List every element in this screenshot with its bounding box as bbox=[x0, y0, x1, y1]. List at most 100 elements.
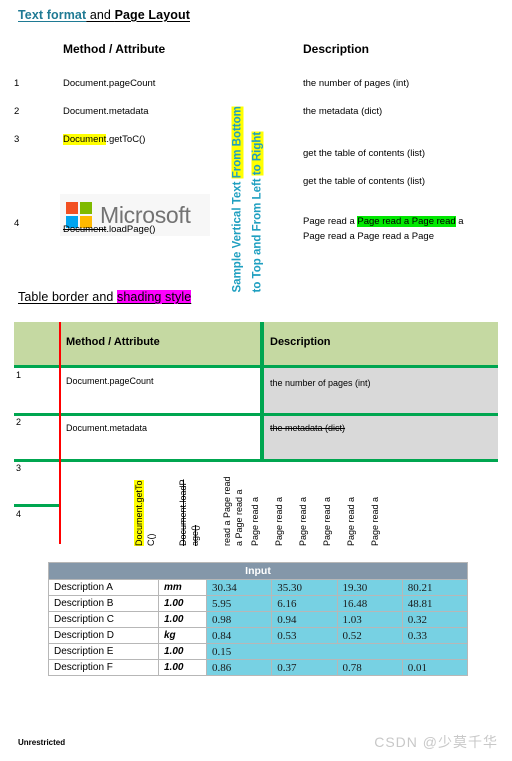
table-row-method: Document.metadata bbox=[66, 423, 148, 433]
row-description-cell: Description A bbox=[48, 579, 159, 596]
section-text-format-list: Method / Attribute Description 1 Documen… bbox=[0, 36, 512, 292]
vertical-table-column: age() bbox=[190, 524, 200, 546]
row-value-cell: 0.52 bbox=[336, 627, 403, 644]
row-value-cell: 0.37 bbox=[271, 659, 338, 676]
row-value-cell: 80.21 bbox=[401, 579, 469, 596]
table-row-number: 4 bbox=[16, 509, 22, 519]
desc-line2: Page read a Page read a Page bbox=[303, 231, 434, 242]
watermark-text: CSDN @少莫千华 bbox=[374, 734, 498, 750]
list-row-description: the metadata (dict) bbox=[303, 106, 383, 117]
list-row-method: Document.getToC() bbox=[63, 134, 223, 145]
table-row-number: 1 bbox=[16, 370, 22, 380]
vertical-column-line: Page read a bbox=[322, 496, 332, 546]
vertical-text-line-2: to Top and From Left to Right bbox=[251, 131, 265, 292]
footer-classification-label: Unrestricted bbox=[18, 738, 66, 747]
table-vertical-text-block: Document.getTo C() Document.loadP age() read… bbox=[134, 462, 396, 547]
row-value-cell: 0.98 bbox=[205, 611, 273, 628]
list-header-description: Description bbox=[303, 42, 370, 56]
list-row-method: Document.pageCount bbox=[63, 78, 156, 89]
vertical-column-line: read a Page read bbox=[222, 476, 232, 546]
row-unit-cell: 1.00 bbox=[158, 611, 207, 628]
vertical-column-line: Page read a bbox=[298, 496, 308, 546]
table-row: Description C 1.00 0.98 0.94 1.03 0.32 bbox=[48, 611, 469, 628]
row-value-cell: 0.78 bbox=[336, 659, 403, 676]
vertical-table-column: Page read a bbox=[322, 496, 332, 546]
row-value-cell: 35.30 bbox=[271, 579, 338, 596]
table-row: Description F 1.00 0.86 0.37 0.78 0.01 bbox=[48, 659, 469, 676]
table-border-vertical-green bbox=[260, 322, 264, 460]
input-table-body: Input Description Amm 30.34 35.30 19.30 80.2… bbox=[48, 562, 469, 676]
row-unit-cell: mm bbox=[158, 579, 207, 596]
table-row: Description Dkg 0.84 0.53 0.52 0.33 bbox=[48, 627, 469, 644]
vertical-column-line: age() bbox=[190, 524, 200, 546]
table-row-number: 2 bbox=[16, 417, 22, 427]
row-unit-cell: 1.00 bbox=[158, 643, 207, 660]
list-row-description: get the table of contents (list) bbox=[303, 176, 425, 187]
row-value-cell: 19.30 bbox=[336, 579, 403, 596]
table-border-vertical-red bbox=[59, 322, 61, 544]
list-row-description-highlighted: Page read a Page read a Page read a Page… bbox=[303, 214, 503, 244]
vertical-table-column: C() bbox=[146, 533, 156, 547]
page-title-table-border: Table border and shading style bbox=[18, 290, 192, 304]
desc-line1-highlight: Page read a Page read bbox=[357, 216, 456, 227]
vertical-table-column: a Page read a bbox=[234, 489, 244, 546]
vertical-table-column: Page read a bbox=[370, 497, 380, 546]
table-row-description-struck: the metadata (dict) bbox=[270, 423, 346, 433]
vtext-plain: to Top and From Left bbox=[251, 174, 264, 292]
method-suffix: .getToC() bbox=[106, 134, 146, 145]
vertical-table-column: Page read a bbox=[250, 497, 260, 546]
table-row-method: Document.pageCount bbox=[66, 376, 154, 386]
vertical-table-column: Page read a bbox=[346, 496, 356, 546]
list-row-number: 4 bbox=[14, 218, 20, 229]
row-value-cell: 0.86 bbox=[205, 659, 273, 676]
vertical-table-column: Document.loadP bbox=[178, 479, 188, 546]
row-value-cell: 0.01 bbox=[401, 659, 469, 676]
vertical-column-line: Page read a bbox=[346, 496, 356, 546]
vertical-table-column: Page read a bbox=[274, 497, 284, 546]
vtext-highlight: From Bottom bbox=[231, 105, 244, 178]
row-value-cell: 16.48 bbox=[336, 595, 403, 612]
list-row-description: get the table of contents (list) bbox=[303, 148, 425, 159]
row-value-cell: 48.81 bbox=[401, 595, 469, 612]
vertical-table-column: read a Page read bbox=[222, 476, 232, 546]
title-part-and: and bbox=[86, 8, 115, 22]
table-header-row: Input bbox=[48, 562, 468, 580]
vertical-table-column: Document.getTo bbox=[134, 480, 144, 546]
table-border-horizontal bbox=[14, 365, 498, 368]
vtext-plain: Sample Vertical Text bbox=[231, 177, 244, 292]
table-row: Description Amm 30.34 35.30 19.30 80.21 bbox=[48, 579, 469, 596]
table-border-horizontal-short bbox=[14, 504, 59, 507]
desc-line1-pre: Page read a bbox=[303, 216, 358, 227]
row-description-cell: Description B bbox=[48, 595, 159, 612]
row-value-cell: 0.94 bbox=[271, 611, 338, 628]
table-row-description: the number of pages (int) bbox=[270, 378, 371, 388]
title2-part-highlight: shading style bbox=[117, 290, 192, 304]
table-header-method: Method / Attribute bbox=[66, 336, 160, 348]
vertical-text-line-1: Sample Vertical Text From Bottom bbox=[231, 105, 245, 292]
table-header-description: Description bbox=[270, 336, 331, 348]
title-part-text-format: Text format bbox=[18, 8, 87, 22]
vertical-column-line: C() bbox=[146, 533, 156, 547]
list-row-number: 2 bbox=[14, 106, 20, 117]
desc-line1-post: a bbox=[455, 216, 464, 227]
row-value-cell: 5.95 bbox=[205, 595, 273, 612]
row-value-cell: 30.34 bbox=[205, 579, 273, 596]
row-description-cell: Description C bbox=[48, 611, 159, 628]
list-row-method: Document.metadata bbox=[63, 106, 149, 117]
row-value-cell: 0.15 bbox=[206, 643, 468, 660]
title-part-page-layout: Page Layout bbox=[114, 8, 190, 22]
row-description-cell: Description D bbox=[48, 627, 159, 644]
vertical-column-line: Document.getTo bbox=[134, 480, 144, 546]
vertical-text-sample: Sample Vertical Text From Bottom to Top … bbox=[228, 74, 274, 292]
vtext-highlight: to Right bbox=[251, 131, 264, 175]
row-value-cell: 0.32 bbox=[401, 611, 469, 628]
row-unit-cell: kg bbox=[158, 627, 207, 644]
table-row: Description E 1.00 0.15 bbox=[48, 643, 468, 660]
method-suffix: .loadPage() bbox=[106, 224, 156, 235]
row-description-cell: Description E bbox=[48, 643, 159, 660]
row-description-cell: Description F bbox=[48, 659, 159, 676]
table-border-horizontal bbox=[14, 413, 498, 416]
vertical-table-column: Page read a bbox=[298, 496, 308, 546]
vertical-column-line: a Page read a bbox=[234, 489, 244, 546]
list-row-method: Document.loadPage() bbox=[63, 224, 223, 235]
